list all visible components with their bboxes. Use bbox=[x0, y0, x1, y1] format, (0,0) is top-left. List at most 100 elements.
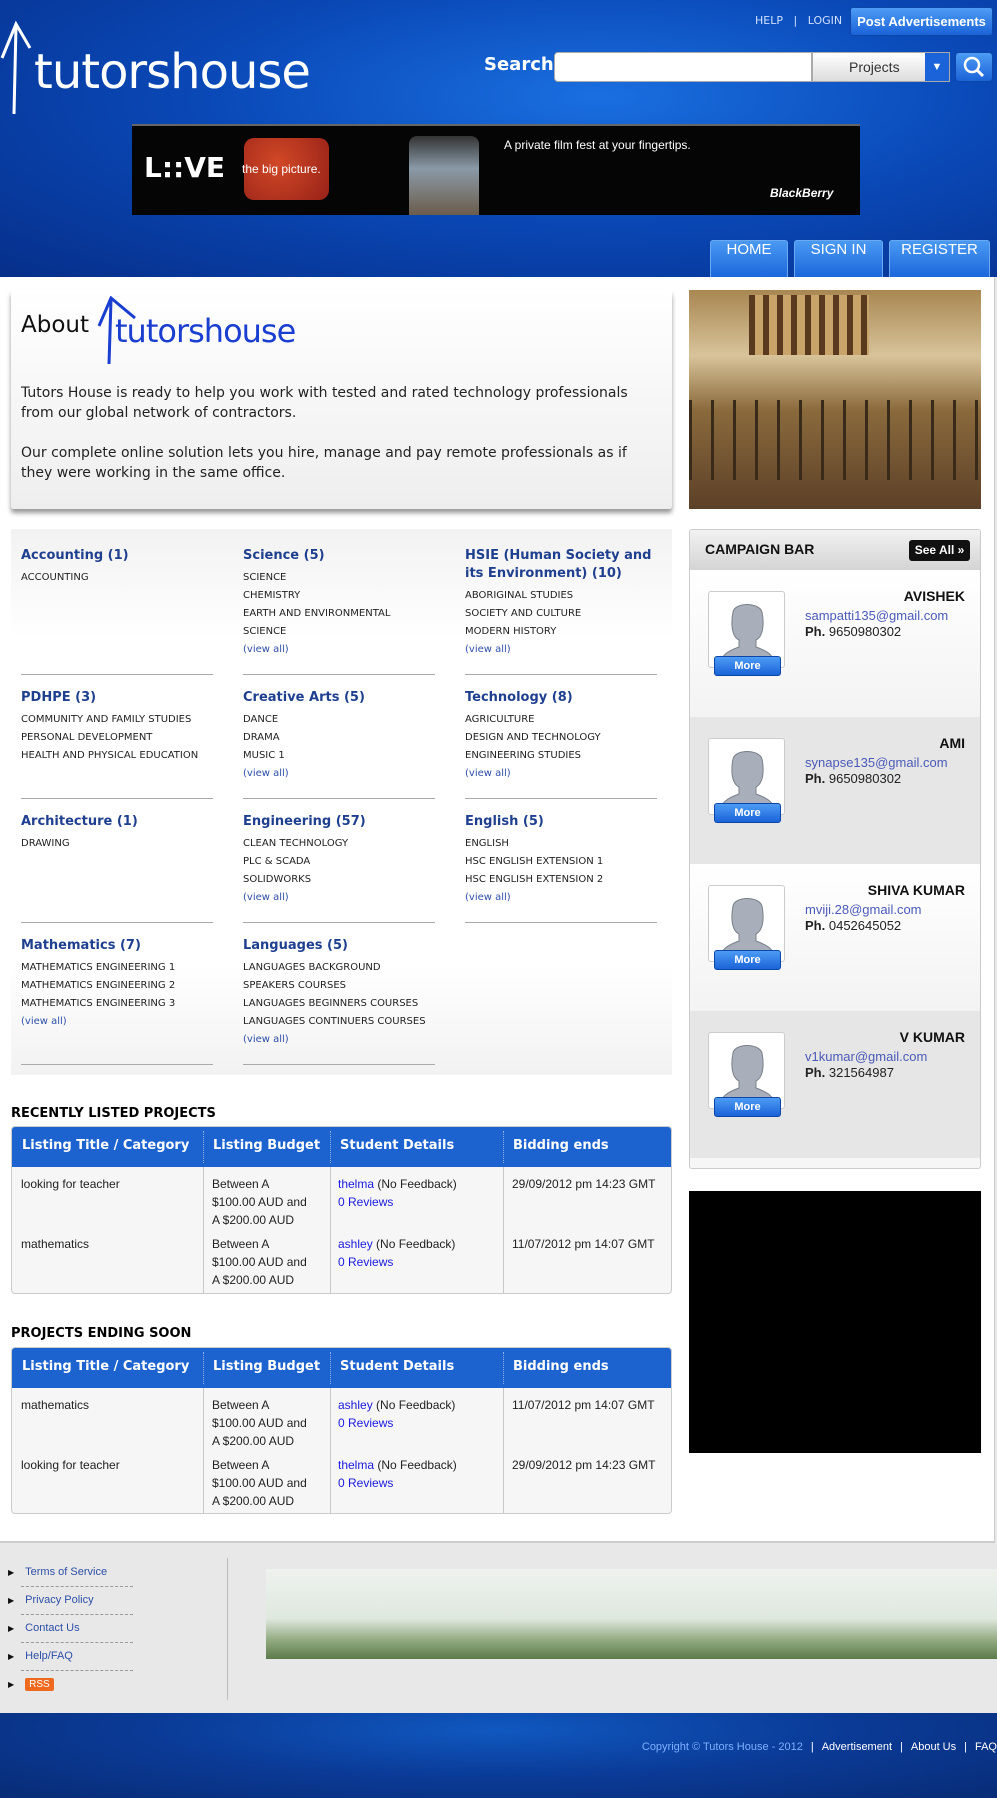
category-item[interactable]: ENGINEERING STUDIES bbox=[465, 747, 657, 765]
student-link[interactable]: thelma bbox=[338, 1458, 374, 1472]
reviews-link[interactable]: 0 Reviews bbox=[338, 1255, 393, 1269]
view-all-link[interactable]: (view all) bbox=[243, 1031, 435, 1049]
category-item[interactable]: LANGUAGES BACKGROUND bbox=[243, 959, 435, 977]
nav-register[interactable]: REGISTER bbox=[889, 240, 990, 277]
category-title[interactable]: Creative Arts (5) bbox=[243, 689, 435, 707]
search-category-select[interactable]: Projects ▼ bbox=[812, 52, 950, 82]
category-title[interactable]: Engineering (57) bbox=[243, 813, 435, 831]
category-item[interactable]: HSC ENGLISH EXTENSION 2 bbox=[465, 871, 657, 889]
column-header[interactable]: Listing Title / Category bbox=[22, 1359, 189, 1374]
student-link[interactable]: thelma bbox=[338, 1177, 374, 1191]
advertisement-banner[interactable]: L::VE the big picture. A private film fe… bbox=[132, 124, 860, 215]
category-item[interactable]: EARTH AND ENVIRONMENTAL bbox=[243, 605, 435, 623]
project-title[interactable]: mathematics bbox=[21, 1396, 89, 1414]
login-link[interactable]: LOGIN bbox=[808, 14, 842, 27]
faq-link[interactable]: FAQ bbox=[975, 1741, 997, 1753]
project-title[interactable]: mathematics bbox=[21, 1235, 89, 1253]
category-title[interactable]: English (5) bbox=[465, 813, 657, 831]
view-all-link[interactable]: (view all) bbox=[465, 641, 657, 659]
category-item[interactable]: MUSIC 1 bbox=[243, 747, 435, 765]
rss-badge[interactable]: RSS bbox=[25, 1678, 54, 1691]
category-item[interactable]: PERSONAL DEVELOPMENT bbox=[21, 729, 213, 747]
post-advertisements-button[interactable]: Post Advertisements bbox=[850, 7, 993, 36]
category-item[interactable]: SPEAKERS COURSES bbox=[243, 977, 435, 995]
category-item[interactable]: PLC & SCADA bbox=[243, 853, 435, 871]
category-item[interactable]: MATHEMATICS ENGINEERING 2 bbox=[21, 977, 213, 995]
category-title[interactable]: Mathematics (7) bbox=[21, 937, 213, 955]
category-item[interactable]: DANCE bbox=[243, 711, 435, 729]
campaign-email[interactable]: v1kumar@gmail.com bbox=[805, 1049, 927, 1064]
category-item[interactable]: HSC ENGLISH EXTENSION 1 bbox=[465, 853, 657, 871]
more-button[interactable]: More bbox=[714, 1097, 781, 1117]
category-title[interactable]: Science (5) bbox=[243, 547, 435, 565]
category-item[interactable]: MATHEMATICS ENGINEERING 1 bbox=[21, 959, 213, 977]
category-title[interactable]: PDHPE (3) bbox=[21, 689, 213, 707]
footer-link[interactable]: ▶ Terms of Service bbox=[8, 1566, 107, 1578]
category-title[interactable]: Technology (8) bbox=[465, 689, 657, 707]
footer-link-text[interactable]: Terms of Service bbox=[25, 1566, 107, 1578]
view-all-link[interactable]: (view all) bbox=[21, 1013, 213, 1031]
footer-link[interactable]: ▶ Privacy Policy bbox=[8, 1594, 94, 1606]
footer-link-text[interactable]: Privacy Policy bbox=[25, 1594, 93, 1606]
category-item[interactable]: MATHEMATICS ENGINEERING 3 bbox=[21, 995, 213, 1013]
view-all-link[interactable]: (view all) bbox=[243, 889, 435, 907]
project-title[interactable]: looking for teacher bbox=[21, 1175, 120, 1193]
column-header[interactable]: Bidding ends bbox=[513, 1359, 609, 1374]
view-all-link[interactable]: (view all) bbox=[243, 765, 435, 783]
category-title[interactable]: HSIE (Human Society and its Environment)… bbox=[465, 547, 657, 583]
category-item[interactable]: SOCIETY AND CULTURE bbox=[465, 605, 657, 623]
category-item[interactable]: COMMUNITY AND FAMILY STUDIES bbox=[21, 711, 213, 729]
nav-sign-in[interactable]: SIGN IN bbox=[794, 240, 883, 277]
see-all-button[interactable]: See All » bbox=[909, 540, 970, 561]
category-item[interactable]: ACCOUNTING bbox=[21, 569, 213, 587]
category-title[interactable]: Languages (5) bbox=[243, 937, 435, 955]
more-button[interactable]: More bbox=[714, 656, 781, 676]
column-header[interactable]: Listing Budget bbox=[213, 1359, 320, 1374]
category-item[interactable]: DESIGN AND TECHNOLOGY bbox=[465, 729, 657, 747]
help-link[interactable]: HELP bbox=[755, 14, 783, 27]
footer-link-text[interactable]: Contact Us bbox=[25, 1622, 79, 1634]
category-item[interactable]: MODERN HISTORY bbox=[465, 623, 657, 641]
category-item[interactable]: SOLIDWORKS bbox=[243, 871, 435, 889]
column-header[interactable]: Student Details bbox=[340, 1138, 454, 1153]
category-item[interactable]: SCIENCE bbox=[243, 623, 435, 641]
category-item[interactable]: DRAMA bbox=[243, 729, 435, 747]
more-button[interactable]: More bbox=[714, 803, 781, 823]
student-link[interactable]: ashley bbox=[338, 1398, 373, 1412]
about-us-link[interactable]: About Us bbox=[911, 1741, 956, 1753]
category-item[interactable]: CHEMISTRY bbox=[243, 587, 435, 605]
category-item[interactable]: DRAWING bbox=[21, 835, 213, 853]
student-link[interactable]: ashley bbox=[338, 1237, 373, 1251]
campaign-email[interactable]: synapse135@gmail.com bbox=[805, 755, 948, 770]
column-header[interactable]: Student Details bbox=[340, 1359, 454, 1374]
category-title[interactable]: Architecture (1) bbox=[21, 813, 213, 831]
more-button[interactable]: More bbox=[714, 950, 781, 970]
column-header[interactable]: Listing Budget bbox=[213, 1138, 320, 1153]
category-item[interactable]: ABORIGINAL STUDIES bbox=[465, 587, 657, 605]
category-title[interactable]: Accounting (1) bbox=[21, 547, 213, 565]
footer-link-text[interactable]: Help/FAQ bbox=[25, 1650, 73, 1662]
category-item[interactable]: HEALTH AND PHYSICAL EDUCATION bbox=[21, 747, 213, 765]
project-title[interactable]: looking for teacher bbox=[21, 1456, 120, 1474]
column-header[interactable]: Listing Title / Category bbox=[22, 1138, 189, 1153]
campaign-email[interactable]: sampatti135@gmail.com bbox=[805, 608, 948, 623]
search-input[interactable] bbox=[554, 52, 812, 82]
nav-home[interactable]: HOME bbox=[710, 240, 788, 277]
view-all-link[interactable]: (view all) bbox=[243, 641, 435, 659]
category-item[interactable]: ENGLISH bbox=[465, 835, 657, 853]
category-item[interactable]: LANGUAGES CONTINUERS COURSES bbox=[243, 1013, 435, 1031]
reviews-link[interactable]: 0 Reviews bbox=[338, 1476, 393, 1490]
category-item[interactable]: CLEAN TECHNOLOGY bbox=[243, 835, 435, 853]
campaign-email[interactable]: mviji.28@gmail.com bbox=[805, 902, 922, 917]
video-placeholder[interactable] bbox=[689, 1191, 981, 1453]
footer-link[interactable]: ▶ Help/FAQ bbox=[8, 1650, 73, 1662]
reviews-link[interactable]: 0 Reviews bbox=[338, 1416, 393, 1430]
view-all-link[interactable]: (view all) bbox=[465, 889, 657, 907]
reviews-link[interactable]: 0 Reviews bbox=[338, 1195, 393, 1209]
view-all-link[interactable]: (view all) bbox=[465, 765, 657, 783]
rss-link[interactable]: ▶ RSS bbox=[8, 1678, 54, 1691]
site-logo[interactable]: tutorshouse bbox=[0, 18, 311, 118]
footer-link[interactable]: ▶ Contact Us bbox=[8, 1622, 80, 1634]
advertisement-link[interactable]: Advertisement bbox=[822, 1741, 892, 1753]
category-item[interactable]: SCIENCE bbox=[243, 569, 435, 587]
